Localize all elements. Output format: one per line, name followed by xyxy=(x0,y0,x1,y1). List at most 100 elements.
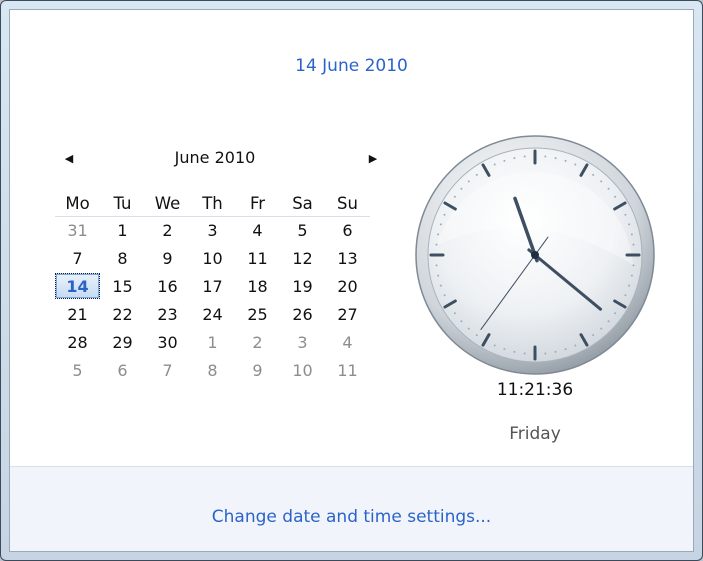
calendar-day[interactable]: 4 xyxy=(235,217,280,243)
calendar-day[interactable]: 23 xyxy=(145,301,190,327)
weekday-header-row: Mo Tu We Th Fr Sa Su xyxy=(55,190,370,217)
minute-dot xyxy=(439,284,442,287)
calendar-day[interactable]: 17 xyxy=(190,273,235,299)
calendar-day-other-month[interactable]: 2 xyxy=(235,329,280,355)
calendar-day-other-month[interactable]: 8 xyxy=(190,357,235,383)
minute-dot xyxy=(437,233,440,236)
minute-dot xyxy=(632,243,635,246)
calendar-week-row: 28 29 30 1 2 3 4 xyxy=(55,329,370,357)
calendar-day[interactable]: 25 xyxy=(235,301,280,327)
minute-dot xyxy=(493,163,496,166)
calendar-day-other-month[interactable]: 10 xyxy=(280,357,325,383)
minute-dot xyxy=(439,223,442,226)
calendar-day-selected[interactable]: 14 xyxy=(55,273,100,299)
calendar-day[interactable]: 15 xyxy=(100,273,145,299)
minute-dot xyxy=(607,320,610,323)
minute-dot xyxy=(513,157,516,160)
calendar-day[interactable]: 7 xyxy=(55,245,100,271)
weekday-label: Su xyxy=(337,193,358,213)
minute-dot xyxy=(554,157,557,160)
calendar-grid: Mo Tu We Th Fr Sa Su 31 1 2 3 4 5 6 7 8 9 10 11 12 13 14 15 16… xyxy=(55,190,370,385)
minute-dot xyxy=(493,344,496,347)
calendar-day[interactable]: 2 xyxy=(145,217,190,243)
minute-dot xyxy=(453,312,456,315)
calendar-day[interactable]: 12 xyxy=(280,245,325,271)
minute-dot xyxy=(544,352,547,355)
calendar-day[interactable]: 8 xyxy=(100,245,145,271)
date-time-panel: 14 June 2010 ◀ June 2010 ▶ Mo Tu We Th Fr Sa S… xyxy=(9,9,694,552)
minute-dot xyxy=(628,223,631,226)
calendar-day[interactable]: 6 xyxy=(325,217,370,243)
minute-dot xyxy=(523,352,526,355)
minute-dot xyxy=(443,294,446,297)
calendar-week-row: 7 8 9 10 11 12 13 xyxy=(55,245,370,273)
calendar-day-other-month[interactable]: 3 xyxy=(280,329,325,355)
analog-clock-face xyxy=(415,135,655,375)
minute-dot xyxy=(592,334,595,337)
weekday-label: Sa xyxy=(292,193,313,213)
calendar-day[interactable]: 19 xyxy=(280,273,325,299)
minute-dot xyxy=(453,195,456,198)
minute-dot xyxy=(460,320,463,323)
calendar-day-other-month[interactable]: 11 xyxy=(325,357,370,383)
calendar-day[interactable]: 29 xyxy=(100,329,145,355)
calendar-day[interactable]: 22 xyxy=(100,301,145,327)
clock-center-cap xyxy=(531,251,539,259)
calendar-day-other-month[interactable]: 7 xyxy=(145,357,190,383)
calendar-day-other-month[interactable]: 5 xyxy=(55,357,100,383)
calendar-day[interactable]: 21 xyxy=(55,301,100,327)
change-date-time-settings-link[interactable]: Change date and time settings... xyxy=(10,507,693,527)
minute-dot xyxy=(554,350,557,353)
minute-dot xyxy=(460,187,463,190)
calendar-day[interactable]: 13 xyxy=(325,245,370,271)
calendar-day[interactable]: 18 xyxy=(235,273,280,299)
calendar-day[interactable]: 30 xyxy=(145,329,190,355)
minute-dot xyxy=(607,187,610,190)
minute-dot xyxy=(614,195,617,198)
calendar-day[interactable]: 5 xyxy=(280,217,325,243)
calendar-day-other-month[interactable]: 6 xyxy=(100,357,145,383)
weekday-label: We xyxy=(154,193,181,213)
minute-dot xyxy=(628,284,631,287)
calendar-day-other-month[interactable]: 1 xyxy=(190,329,235,355)
minute-dot xyxy=(624,294,627,297)
calendar-day[interactable]: 24 xyxy=(190,301,235,327)
calendar-week-row: 5 6 7 8 9 10 11 xyxy=(55,357,370,385)
calendar-day[interactable]: 27 xyxy=(325,301,370,327)
calendar-day-other-month[interactable]: 4 xyxy=(325,329,370,355)
minute-dot xyxy=(475,173,478,176)
minute-dot xyxy=(467,180,470,183)
weekday-label: Th xyxy=(202,193,223,213)
minute-dot xyxy=(600,180,603,183)
calendar-day[interactable]: 16 xyxy=(145,273,190,299)
long-date-link[interactable]: 14 June 2010 xyxy=(10,56,693,76)
calendar-day[interactable]: 9 xyxy=(145,245,190,271)
calendar-day[interactable]: 10 xyxy=(190,245,235,271)
calendar-day-other-month[interactable]: 31 xyxy=(55,217,100,243)
weekday-label: Tu xyxy=(113,193,132,213)
calendar-day[interactable]: 26 xyxy=(280,301,325,327)
calendar-day[interactable]: 1 xyxy=(100,217,145,243)
calendar-day[interactable]: 11 xyxy=(235,245,280,271)
minute-dot xyxy=(437,274,440,277)
minute-dot xyxy=(435,243,438,246)
minute-dot xyxy=(564,348,567,351)
calendar-day[interactable]: 20 xyxy=(325,273,370,299)
minute-dot xyxy=(632,264,635,267)
month-title[interactable]: June 2010 xyxy=(55,148,375,167)
minute-dot xyxy=(574,163,577,166)
calendar-week-row: 31 1 2 3 4 5 6 xyxy=(55,217,370,245)
calendar-day[interactable]: 3 xyxy=(190,217,235,243)
next-month-button[interactable]: ▶ xyxy=(359,144,387,172)
calendar-week-row: 14 15 16 17 18 19 20 xyxy=(55,273,370,301)
minute-dot xyxy=(523,155,526,158)
minute-dot xyxy=(435,264,438,267)
minute-dot xyxy=(475,334,478,337)
minute-dot xyxy=(564,159,567,162)
minute-dot xyxy=(574,344,577,347)
minute-dot xyxy=(503,159,506,162)
minute-dot xyxy=(600,327,603,330)
minute-dot xyxy=(630,274,633,277)
calendar-day-other-month[interactable]: 9 xyxy=(235,357,280,383)
calendar-day[interactable]: 28 xyxy=(55,329,100,355)
